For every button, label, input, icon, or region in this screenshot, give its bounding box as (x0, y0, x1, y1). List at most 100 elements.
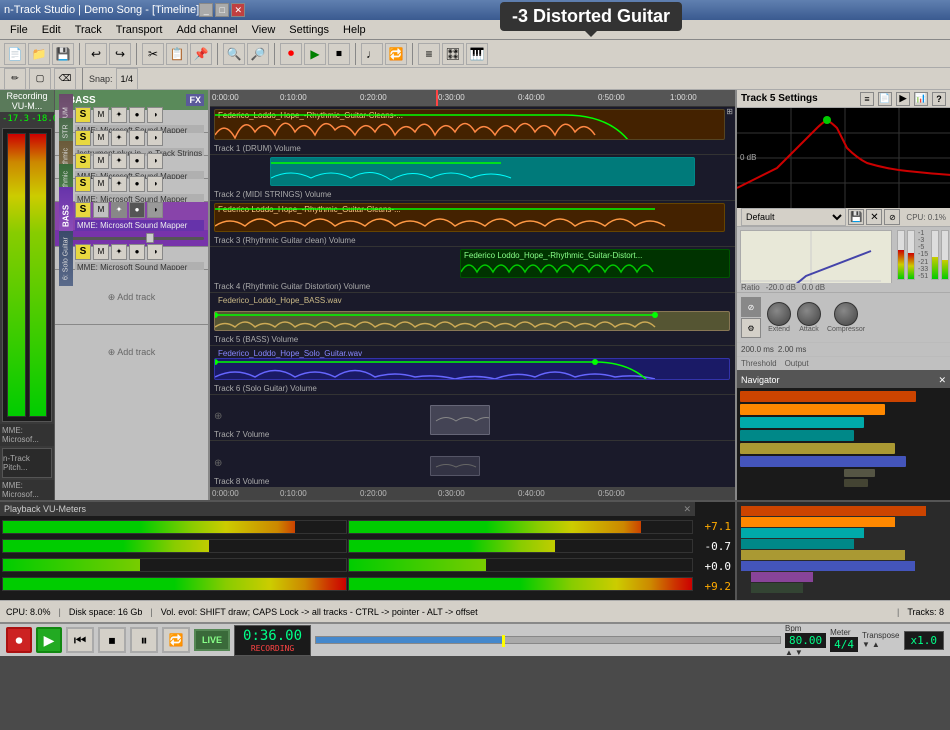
record-button[interactable]: ⏺ (6, 627, 32, 653)
erase-tool[interactable]: ⌫ (54, 68, 76, 90)
track-4-mute-button[interactable]: M (93, 176, 109, 192)
track-4-arm-button[interactable]: ● (129, 176, 145, 192)
mixer-button[interactable]: ≡ (418, 43, 440, 65)
stop-button[interactable]: ⏹ (98, 627, 126, 653)
navigator-close[interactable]: ✕ (938, 375, 946, 386)
loop-button[interactable]: 🔁 (162, 627, 190, 653)
comp-settings-btn[interactable]: ⚙ (741, 318, 761, 338)
minimize-button[interactable]: _ (199, 3, 213, 17)
track-3-mono-button[interactable]: ◑ (147, 153, 163, 169)
record-button[interactable]: ⏺ (280, 43, 302, 65)
new-button[interactable]: 📄 (4, 43, 26, 65)
attack-knob[interactable] (797, 302, 821, 326)
track-7-clip[interactable] (430, 405, 490, 435)
track-5-fx-button[interactable]: ✦ (111, 202, 127, 218)
track-1-fx-button[interactable]: ✦ (111, 107, 127, 123)
settings-tool-3[interactable]: ▶ (896, 92, 910, 106)
track-2-solo-button[interactable]: S (75, 130, 91, 146)
track-6-arm-button[interactable]: ● (129, 244, 145, 260)
undo-button[interactable]: ↩ (85, 43, 107, 65)
zoom-out-button[interactable]: 🔎 (247, 43, 269, 65)
menu-file[interactable]: File (4, 22, 34, 38)
menu-add-channel[interactable]: Add channel (170, 22, 243, 38)
track-1-arm-button[interactable]: ● (129, 107, 145, 123)
draw-tool[interactable]: ✏ (4, 68, 26, 90)
track-8-add-icon[interactable]: ⊕ Add track (108, 347, 156, 358)
close-button[interactable]: ✕ (231, 3, 245, 17)
track-4-solo-button[interactable]: S (75, 176, 91, 192)
track-2-waveform-area[interactable]: Track 2 (MIDI STRINGS) Volume (210, 155, 735, 201)
extend-knob[interactable] (767, 302, 791, 326)
redo-button[interactable]: ↪ (109, 43, 131, 65)
menu-transport[interactable]: Transport (110, 22, 169, 38)
pause-button[interactable]: ⏸ (130, 627, 158, 653)
track-8-waveform-area[interactable]: Track 8 Volume ⊕ (210, 441, 735, 487)
stop-toolbar-button[interactable]: ⏹ (328, 43, 350, 65)
menu-view[interactable]: View (246, 22, 282, 38)
loop-toolbar-button[interactable]: 🔁 (385, 43, 407, 65)
settings-tool-2[interactable]: 📄 (878, 92, 892, 106)
track-6-mute-button[interactable]: M (93, 244, 109, 260)
track-4-clip[interactable]: Federico Loddo_Hope_-Rhythmic_Guitar-Dis… (460, 249, 730, 278)
track-6-solo-button[interactable]: S (75, 244, 91, 260)
track-6-mono-button[interactable]: ◑ (147, 244, 163, 260)
track-3-arm-button[interactable]: ● (129, 153, 145, 169)
menu-help[interactable]: Help (337, 22, 372, 38)
comp-save-btn[interactable]: 💾 (848, 209, 864, 225)
track-4-mono-button[interactable]: ◑ (147, 176, 163, 192)
settings-help[interactable]: ? (932, 92, 946, 106)
track-2-clip[interactable] (270, 157, 695, 186)
meter-display[interactable]: 4/4 (830, 637, 858, 652)
menu-edit[interactable]: Edit (36, 22, 67, 38)
settings-tool-1[interactable]: ≡ (860, 92, 874, 106)
track-2-mute-button[interactable]: M (93, 130, 109, 146)
track-3-clip[interactable]: Federico Loddo_Hope_-Rhythmic_Guitar-Cle… (214, 203, 725, 232)
zoom-in-button[interactable]: 🔍 (223, 43, 245, 65)
track-6-waveform-area[interactable]: Federico_Loddo_Hope_Solo_Guitar.wav Trac… (210, 346, 735, 395)
track-7-add-crosshair[interactable]: ⊕ (214, 411, 222, 422)
track-7-add-icon[interactable]: ⊕ Add track (108, 292, 156, 303)
track-5-mute-button[interactable]: M (93, 202, 109, 218)
track-6-fx-button[interactable]: ✦ (111, 244, 127, 260)
menu-settings[interactable]: Settings (283, 22, 335, 38)
maximize-button[interactable]: □ (215, 3, 229, 17)
track-7-waveform-area[interactable]: Track 7 Volume ⊕ (210, 395, 735, 441)
track-2-mono-button[interactable]: ◑ (147, 130, 163, 146)
track-5-waveform-area[interactable]: Federico_Loddo_Hope_BASS.wav Track 5 (BA… (210, 293, 735, 346)
open-button[interactable]: 📁 (28, 43, 50, 65)
snap-button[interactable]: 1/4 (116, 68, 139, 90)
comp-bypass-toggle[interactable]: ⊘ (741, 297, 761, 317)
save-button[interactable]: 💾 (52, 43, 74, 65)
position-bar[interactable] (315, 636, 781, 644)
metronome-button[interactable]: ♩ (361, 43, 383, 65)
settings-tool-4[interactable]: 📊 (914, 92, 928, 106)
track-3-solo-button[interactable]: S (75, 153, 91, 169)
live-button[interactable]: LIVE (194, 629, 230, 651)
cut-button[interactable]: ✂ (142, 43, 164, 65)
track-3-fx-button[interactable]: ✦ (111, 153, 127, 169)
track-5-arm-button[interactable]: ● (129, 202, 145, 218)
menu-track[interactable]: Track (69, 22, 108, 38)
track-5-solo-button[interactable]: S (75, 202, 91, 218)
track-1-mono-button[interactable]: ◑ (147, 107, 163, 123)
track-5-fader-handle[interactable] (146, 233, 154, 243)
compressor-knob[interactable] (834, 302, 858, 326)
rewind-button[interactable]: ⏮ (66, 627, 94, 653)
comp-bypass-btn[interactable]: ⊘ (884, 209, 900, 225)
track-3-waveform-area[interactable]: Federico Loddo_Hope_-Rhythmic_Guitar-Cle… (210, 201, 735, 247)
play-toolbar-button[interactable]: ▶ (304, 43, 326, 65)
track-1-clip[interactable]: Federico_Loddo_Hope_-Rhythmic_Guitar-Cle… (214, 109, 725, 141)
track-4-waveform-area[interactable]: Federico Loddo_Hope_-Rhythmic_Guitar-Dis… (210, 247, 735, 293)
transpose-down[interactable]: ▼ (862, 640, 870, 649)
track-2-arm-button[interactable]: ● (129, 130, 145, 146)
select-tool[interactable]: ▢ (29, 68, 51, 90)
comp-preset-select[interactable]: Default (741, 208, 846, 226)
effects-button[interactable]: 🎛 (442, 43, 464, 65)
track-6-clip[interactable] (214, 358, 730, 380)
track-3-mute-button[interactable]: M (93, 153, 109, 169)
comp-delete-btn[interactable]: ✕ (866, 209, 882, 225)
bpm-up[interactable]: ▲ (785, 648, 793, 657)
track-1-mute-button[interactable]: M (93, 107, 109, 123)
track-8-add-crosshair[interactable]: ⊕ (214, 458, 222, 469)
speed-display[interactable]: x1.0 (904, 631, 945, 650)
